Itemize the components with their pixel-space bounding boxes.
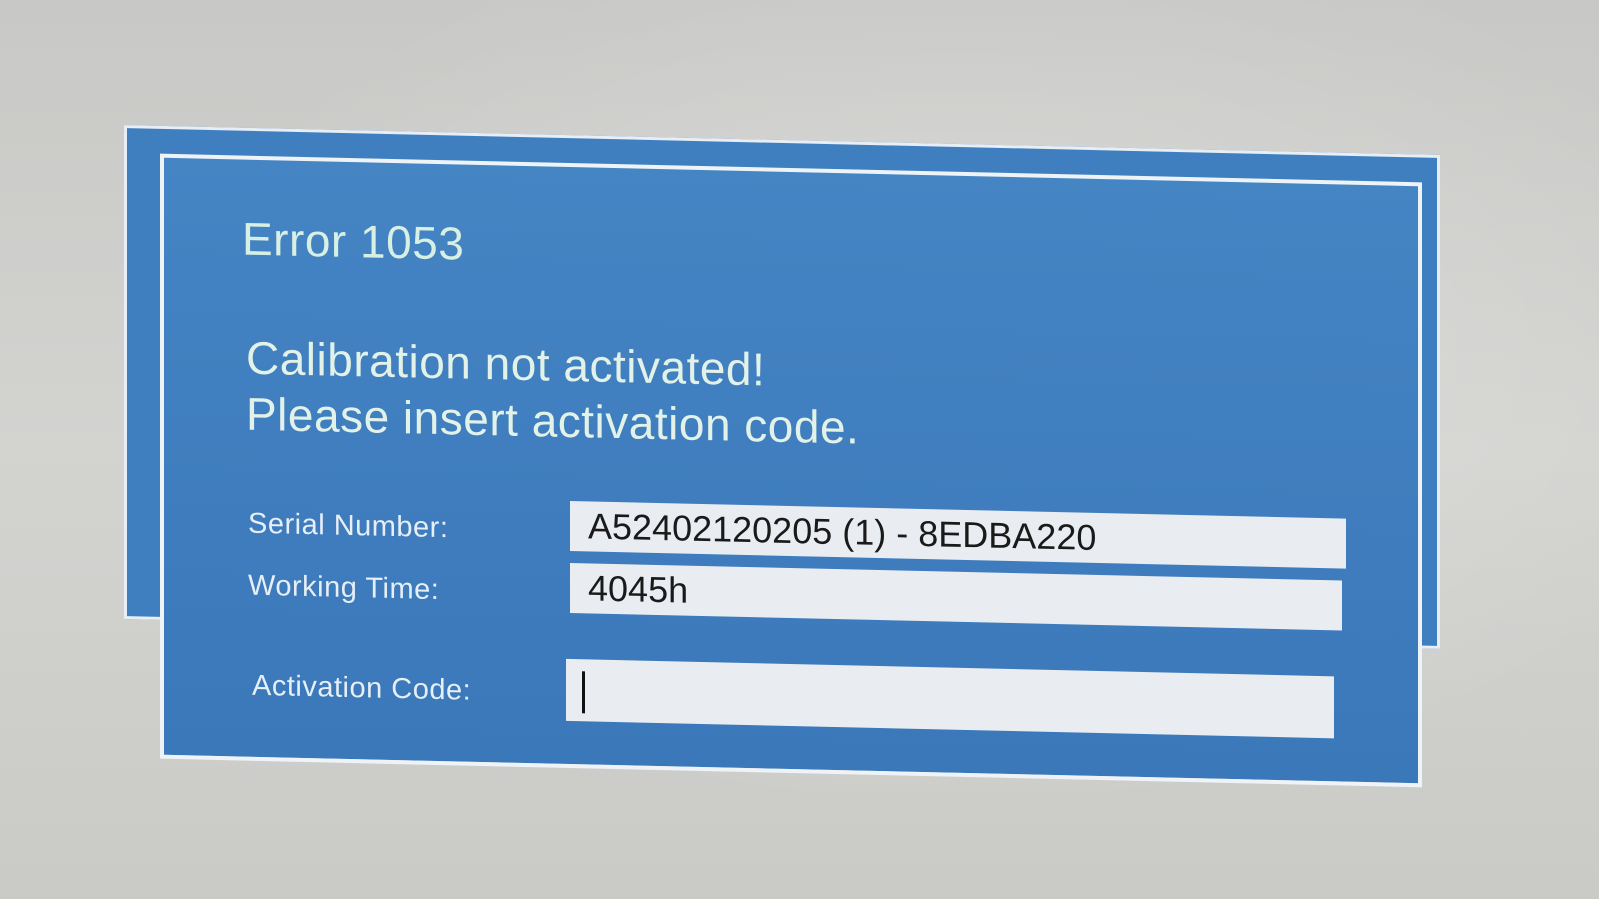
serial-number-field: A52402120205 (1) - 8EDBA220 — [570, 500, 1346, 569]
activation-code-input-box[interactable] — [566, 658, 1334, 739]
monitor-screen: Error 1053 Calibration not activated! Pl… — [0, 0, 1599, 899]
error-message: Calibration not activated! Please insert… — [246, 330, 859, 456]
serial-number-label: Serial Number: — [248, 507, 449, 545]
working-time-field: 4045h — [570, 562, 1342, 631]
activation-code-label: Activation Code: — [252, 669, 472, 707]
error-dialog: Error 1053 Calibration not activated! Pl… — [160, 153, 1422, 788]
activation-code-input[interactable] — [588, 659, 1334, 739]
error-title: Error 1053 — [242, 212, 465, 270]
text-cursor — [582, 671, 585, 714]
working-time-label: Working Time: — [248, 569, 440, 607]
